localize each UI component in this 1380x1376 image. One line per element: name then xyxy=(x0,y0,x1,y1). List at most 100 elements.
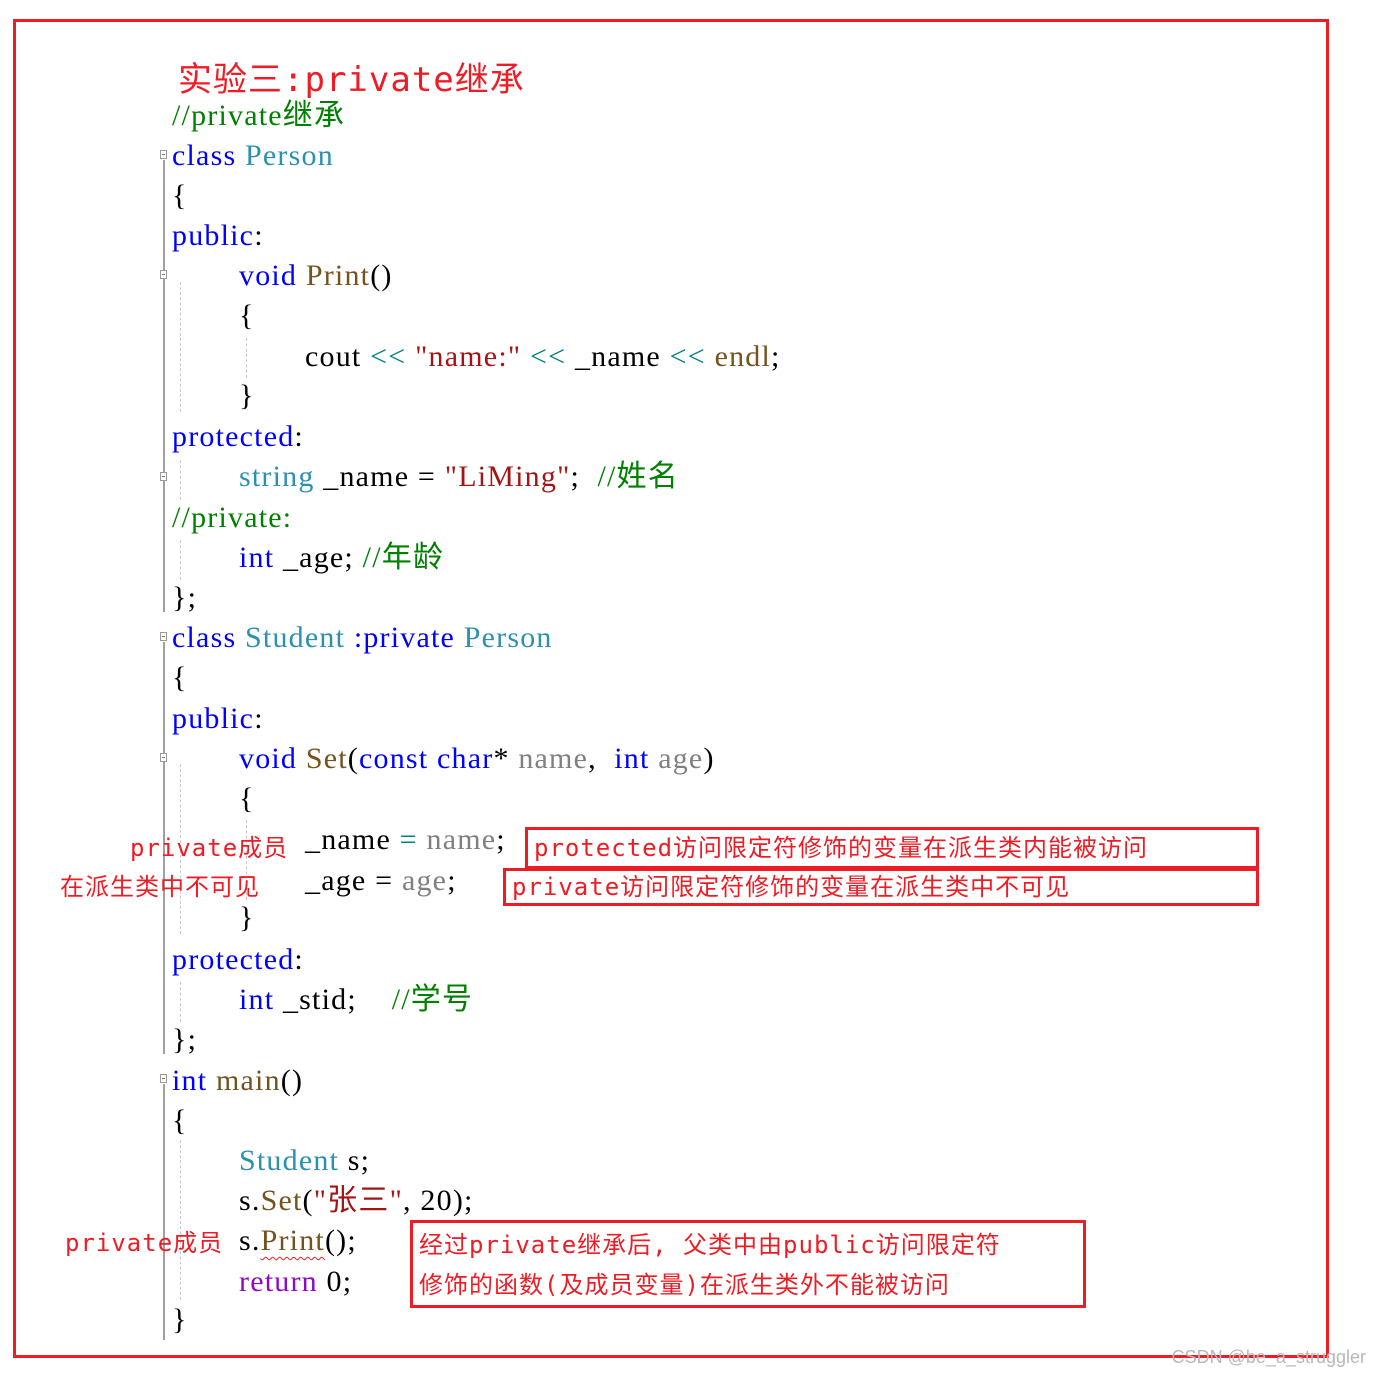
comment-stid: //学号 xyxy=(391,983,474,1016)
call-print-error[interactable]: Print xyxy=(261,1224,325,1257)
code-line-set-close: } xyxy=(239,898,255,938)
code-line-main-close: } xyxy=(172,1300,188,1340)
annotation-box-private: private访问限定符修饰的变量在派生类中不可见 xyxy=(503,868,1259,906)
code-line-person-public: public: xyxy=(172,216,264,256)
brace: }; xyxy=(172,1023,198,1056)
semicolon: ; xyxy=(570,460,581,493)
code-line-set-open: { xyxy=(239,779,255,819)
string-literal-name: "name:" xyxy=(415,340,522,373)
param-age: age xyxy=(401,864,448,897)
colon: : xyxy=(294,420,304,453)
indent-guide-private xyxy=(180,540,181,580)
code-line-student-public: public: xyxy=(172,699,264,739)
code-line-set-call: s.Set("张三", 20); xyxy=(239,1181,474,1221)
comment-age: //年龄 xyxy=(362,541,445,574)
fold-toggle-name[interactable] xyxy=(160,472,167,481)
annotation-private-member-print: private成员 xyxy=(65,1229,224,1257)
code-line-student-var: Student s; xyxy=(239,1141,370,1181)
param-name: name xyxy=(518,742,589,775)
class-name-person: Person xyxy=(245,139,334,172)
semicolon: ; xyxy=(347,983,357,1016)
code-line-stid-decl: int _stid; //学号 xyxy=(239,980,473,1020)
fold-toggle-main[interactable] xyxy=(160,1074,167,1083)
function-name-main: main xyxy=(215,1064,281,1097)
keyword-int: int xyxy=(614,742,650,775)
code-line-private-comment: //private: xyxy=(172,501,293,534)
code-line-cout: cout << "name:" << _name << endl; xyxy=(305,337,781,377)
code-line-assign-age: _age = age; xyxy=(305,861,457,901)
pointer-star: * xyxy=(493,742,510,775)
operator-assign: = xyxy=(399,823,418,856)
object-s: s. xyxy=(239,1184,261,1217)
semicolon: ; xyxy=(496,823,506,856)
fold-toggle-student[interactable] xyxy=(160,632,167,641)
semicolon: ; xyxy=(447,864,457,897)
code-line-return: return 0; xyxy=(239,1262,352,1302)
keyword-public: public xyxy=(172,702,255,735)
class-name-person: Person xyxy=(463,621,553,654)
fold-toggle-set[interactable] xyxy=(160,753,167,762)
operator-shl: << xyxy=(669,340,706,373)
code-line-student-close: }; xyxy=(172,1020,197,1060)
keyword-int: int xyxy=(172,1064,208,1097)
annotation-private-member-name: private成员 xyxy=(130,834,289,862)
annotation-box-line-2: 修饰的函数(及成员变量)在派生类外不能被访问 xyxy=(419,1271,950,1299)
member-age: _age xyxy=(282,541,345,574)
print-call-rest: (); xyxy=(324,1224,357,1257)
code-line-student-protected: protected: xyxy=(172,940,304,980)
outline-guide-main xyxy=(163,1084,165,1340)
return-value: 0; xyxy=(326,1265,353,1298)
paren: ( xyxy=(347,742,359,775)
keyword-void: void xyxy=(239,259,298,292)
semicolon: ; xyxy=(771,340,781,373)
operator-assign: = xyxy=(375,864,394,897)
parens: () xyxy=(370,259,393,292)
code-line-person-open: { xyxy=(172,176,188,216)
fold-toggle-print[interactable] xyxy=(160,270,167,279)
code-line-main-decl: int main() xyxy=(172,1061,303,1101)
type-student: Student xyxy=(239,1144,340,1177)
page-title: 实验三:private继承 xyxy=(178,60,525,100)
code-line-print-decl: void Print() xyxy=(239,256,393,296)
paren: ) xyxy=(703,742,715,775)
keyword-return: return xyxy=(239,1265,318,1298)
keyword-class: class xyxy=(172,139,237,172)
brace: }; xyxy=(172,581,198,614)
code-line-main-open: { xyxy=(172,1101,188,1141)
indent-guide-print-body xyxy=(246,338,247,378)
brace: { xyxy=(172,661,188,694)
code-line-print-call: s.Print(); xyxy=(239,1221,357,1261)
watermark: CSDN @be_a_struggler xyxy=(1171,1347,1366,1367)
identifier-endl: endl xyxy=(714,340,772,373)
code-line-print-close: } xyxy=(239,376,255,416)
annotation-box-protected: protected访问限定符修饰的变量在派生类内能被访问 xyxy=(525,827,1259,869)
member-name: _name xyxy=(323,460,410,493)
brace: { xyxy=(239,299,255,332)
keyword-void: void xyxy=(239,742,298,775)
indent-guide-print xyxy=(180,282,181,412)
set-call-rest: , 20); xyxy=(403,1184,474,1217)
keyword-public: public xyxy=(172,219,255,252)
colon: : xyxy=(254,219,264,252)
keyword-protected: protected xyxy=(172,420,295,453)
comment-name: //姓名 xyxy=(597,460,679,493)
code-line-class-student: class Student :private Person xyxy=(172,618,553,658)
param-age: age xyxy=(658,742,704,775)
operator-assign: = xyxy=(417,460,437,493)
type-string: string xyxy=(239,460,315,493)
brace: { xyxy=(172,1104,188,1137)
code-comment-top: //private继承 xyxy=(172,99,346,132)
keyword-char: char xyxy=(437,742,494,775)
fold-toggle-person[interactable] xyxy=(160,150,167,159)
operator-shl: << xyxy=(530,340,567,373)
outline-guide-person xyxy=(163,160,165,612)
keyword-private-inherit: :private xyxy=(353,621,456,654)
brace: } xyxy=(239,901,255,934)
code-line-assign-name: _name = name; xyxy=(305,820,506,860)
code-line-name-decl: string _name = "LiMing"; //姓名 xyxy=(239,457,679,497)
brace: { xyxy=(172,179,188,212)
annotation-box-inheritance: 经过private继承后, 父类中由public访问限定符 修饰的函数(及成员变… xyxy=(410,1220,1086,1308)
function-name-set: Set xyxy=(305,742,348,775)
code-line-person-close: }; xyxy=(172,578,197,618)
paren: ( xyxy=(302,1184,314,1217)
